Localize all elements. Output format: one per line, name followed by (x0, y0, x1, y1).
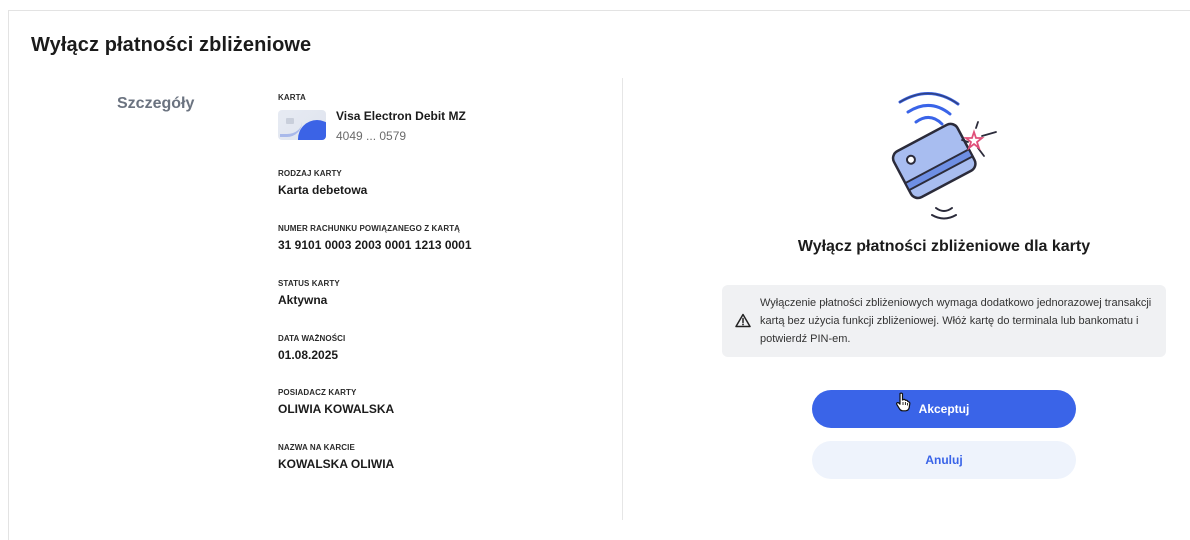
accept-button[interactable]: Akceptuj (812, 390, 1076, 428)
field-value: OLIWIA KOWALSKA (278, 402, 395, 416)
card-thumbnail (278, 110, 326, 140)
field-label: RODZAJ KARTY (278, 169, 342, 178)
field-name-on-card: NAZWA NA KARCIE KOWALSKA OLIWIA (278, 443, 394, 471)
cancel-button[interactable]: Anuluj (812, 441, 1076, 479)
confirm-heading: Wyłącz płatności zbliżeniowe dla karty (797, 238, 1091, 255)
field-label: STATUS KARTY (278, 279, 340, 288)
card-number: 4049 ... 0579 (336, 129, 407, 143)
card-info: Visa Electron Debit MZ 4049 ... 0579 (336, 109, 466, 143)
cancel-button-label: Anuluj (925, 453, 963, 467)
field-expiry-date: DATA WAŻNOŚCI 01.08.2025 (278, 334, 345, 362)
info-box: Wyłączenie płatności zbliżeniowych wymag… (722, 285, 1166, 357)
card-name: Visa Electron Debit MZ (336, 109, 466, 123)
contactless-card-illustration (891, 92, 997, 220)
page-title: Wyłącz płatności zbliżeniowe (31, 34, 312, 56)
field-label: NUMER RACHUNKU POWIĄZANEGO Z KARTĄ (278, 224, 461, 233)
card-summary: Visa Electron Debit MZ 4049 ... 0579 (278, 109, 466, 143)
field-value: KOWALSKA OLIWIA (278, 457, 395, 471)
field-account-number: NUMER RACHUNKU POWIĄZANEGO Z KARTĄ 31 91… (278, 224, 472, 252)
field-label: KARTA (278, 93, 306, 102)
field-card-type: RODZAJ KARTY Karta debetowa (278, 169, 367, 197)
field-card-status: STATUS KARTY Aktywna (278, 279, 340, 307)
field-card-holder: POSIADACZ KARTY OLIWIA KOWALSKA (278, 388, 394, 416)
field-label: NAZWA NA KARCIE (278, 443, 355, 452)
field-value: 01.08.2025 (278, 348, 339, 362)
warning-icon (735, 313, 751, 328)
field-card: KARTA Visa Electron Debit MZ 4049 ... 05… (278, 93, 466, 143)
info-text: Wyłączenie płatności zbliżeniowych wymag… (760, 297, 1152, 345)
field-value: Aktywna (278, 293, 328, 307)
field-value: Karta debetowa (278, 183, 368, 197)
hand-pointer-icon (896, 392, 911, 412)
field-label: POSIADACZ KARTY (278, 388, 357, 397)
card-arc (298, 120, 326, 140)
field-label: DATA WAŻNOŚCI (278, 334, 346, 343)
column-divider (622, 78, 623, 520)
field-value: 31 9101 0003 2003 0001 1213 0001 (278, 238, 472, 252)
section-label-details: Szczegóły (117, 95, 195, 112)
accept-button-label: Akceptuj (918, 402, 970, 416)
